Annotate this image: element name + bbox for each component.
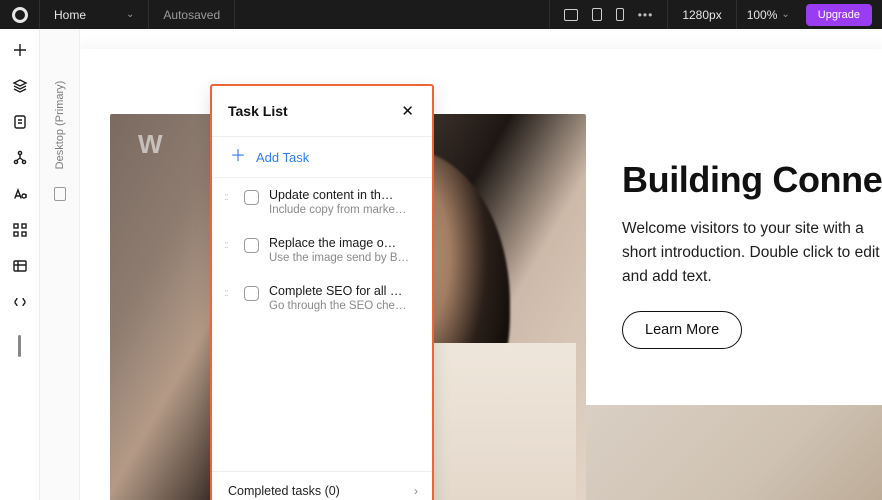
task-row: :: Update content in th… Include copy fr… xyxy=(212,178,432,226)
top-bar: Home ⌄ Autosaved ••• 1280px 100% ⌄ Upgra… xyxy=(0,0,882,29)
task-title: Complete SEO for all … xyxy=(269,284,406,298)
close-icon[interactable]: ✕ xyxy=(397,100,418,122)
design-canvas[interactable]: W Building Connection Welcome visitors t… xyxy=(80,29,882,500)
task-checkbox[interactable] xyxy=(244,286,259,301)
drag-handle-icon[interactable]: :: xyxy=(224,288,234,299)
page-selector-label: Home xyxy=(54,8,86,22)
task-description: Include copy from marke… xyxy=(269,204,406,216)
task-checkbox[interactable] xyxy=(244,238,259,253)
plus-icon: ＋ xyxy=(230,149,246,165)
completed-tasks-label: Completed tasks (0) xyxy=(228,484,340,498)
tablet-icon[interactable] xyxy=(592,8,602,21)
pages-icon[interactable] xyxy=(11,113,29,131)
breadcrumb-strip: Desktop (Primary) xyxy=(40,29,80,500)
typography-icon[interactable] xyxy=(11,185,29,203)
learn-more-button[interactable]: Learn More xyxy=(622,311,742,349)
layers-icon[interactable] xyxy=(11,77,29,95)
task-list-header: Task List ✕ xyxy=(212,86,432,137)
code-icon[interactable] xyxy=(11,293,29,311)
rail-active-indicator xyxy=(18,335,21,357)
autosave-label: Autosaved xyxy=(163,8,220,22)
task-title: Update content in th… xyxy=(269,188,406,202)
add-task-button[interactable]: ＋ Add Task xyxy=(212,137,432,178)
drag-handle-icon[interactable]: :: xyxy=(224,240,234,251)
canvas-width-display[interactable]: 1280px xyxy=(668,0,736,29)
task-row: :: Replace the image o… Use the image se… xyxy=(212,226,432,274)
task-checkbox[interactable] xyxy=(244,190,259,205)
completed-tasks-toggle[interactable]: Completed tasks (0) › xyxy=(212,471,432,500)
task-description: Use the image send by B… xyxy=(269,252,409,264)
phone-icon[interactable] xyxy=(616,8,624,21)
left-tool-rail xyxy=(0,29,40,500)
hero-heading[interactable]: Building Connection xyxy=(622,159,882,201)
zoom-selector[interactable]: 100% ⌄ xyxy=(737,0,800,29)
task-body[interactable]: Replace the image o… Use the image send … xyxy=(269,236,409,264)
chevron-down-icon: ⌄ xyxy=(126,9,134,20)
secondary-image[interactable] xyxy=(586,405,882,500)
task-items-container: :: Update content in th… Include copy fr… xyxy=(212,178,432,471)
zoom-label: 100% xyxy=(747,8,778,22)
chevron-down-icon: ⌄ xyxy=(781,9,789,20)
upgrade-button[interactable]: Upgrade xyxy=(806,4,872,26)
app-logo[interactable] xyxy=(0,0,40,29)
task-title: Replace the image o… xyxy=(269,236,409,250)
drag-handle-icon[interactable]: :: xyxy=(224,192,234,203)
task-row: :: Complete SEO for all … Go through the… xyxy=(212,274,432,322)
cms-icon[interactable] xyxy=(11,257,29,275)
canvas-width-label: 1280px xyxy=(682,8,721,22)
add-task-label: Add Task xyxy=(256,150,309,165)
task-body[interactable]: Update content in th… Include copy from … xyxy=(269,188,406,216)
breadcrumb-label[interactable]: Desktop (Primary) xyxy=(54,81,66,170)
task-body[interactable]: Complete SEO for all … Go through the SE… xyxy=(269,284,406,312)
site-structure-icon[interactable] xyxy=(11,149,29,167)
autosave-status: Autosaved xyxy=(149,0,235,29)
add-element-icon[interactable] xyxy=(11,41,29,59)
task-list-panel: Task List ✕ ＋ Add Task :: Update content… xyxy=(210,84,434,500)
more-devices-icon[interactable]: ••• xyxy=(638,8,654,22)
hero-text-block[interactable]: Building Connection Welcome visitors to … xyxy=(622,159,882,349)
page-selector[interactable]: Home ⌄ xyxy=(40,0,149,29)
device-preview-group: ••• xyxy=(549,0,669,29)
apps-icon[interactable] xyxy=(11,221,29,239)
breakpoint-icon[interactable] xyxy=(54,187,66,201)
hero-body-text[interactable]: Welcome visitors to your site with a sho… xyxy=(622,217,882,289)
chevron-right-icon: › xyxy=(414,484,418,498)
desktop-icon[interactable] xyxy=(564,9,578,21)
task-list-title: Task List xyxy=(228,103,288,119)
task-description: Go through the SEO che… xyxy=(269,300,406,312)
